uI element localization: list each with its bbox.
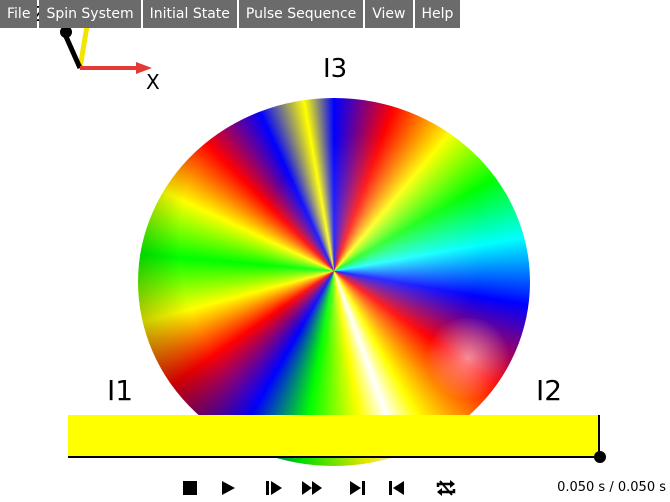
sphere-shading xyxy=(138,98,530,466)
menu-initial-state[interactable]: Initial State xyxy=(142,0,237,28)
loop-icon[interactable] xyxy=(434,476,458,500)
label-i1: I1 xyxy=(107,374,134,407)
menu-spin-system[interactable]: Spin System xyxy=(39,0,141,28)
menu-help[interactable]: Help xyxy=(414,0,461,28)
x-axis-arrow-icon xyxy=(136,62,152,74)
time-readout: 0.050 s / 0.050 s xyxy=(557,480,666,495)
time-separator: / xyxy=(609,480,614,495)
sphere-highlight xyxy=(423,318,513,398)
fast-forward-icon[interactable] xyxy=(300,476,324,500)
label-i3: I3 xyxy=(323,54,348,84)
skip-to-start-icon[interactable] xyxy=(384,476,408,500)
skip-to-end-icon[interactable] xyxy=(346,476,370,500)
playback-controls xyxy=(178,476,458,500)
menu-view[interactable]: View xyxy=(365,0,413,28)
menu-pulse-sequence[interactable]: Pulse Sequence xyxy=(238,0,364,28)
label-i2: I2 xyxy=(536,374,563,407)
timeline-bar[interactable] xyxy=(68,415,600,458)
total-time: 0.050 s xyxy=(617,480,666,495)
menu-bar: File Spin System Initial State Pulse Seq… xyxy=(0,0,462,28)
stop-icon[interactable] xyxy=(178,476,202,500)
timeline-scrubber-handle[interactable] xyxy=(594,451,606,463)
menu-file[interactable]: File xyxy=(0,0,38,28)
play-icon[interactable] xyxy=(216,476,240,500)
current-time: 0.050 s xyxy=(557,480,606,495)
step-forward-icon[interactable] xyxy=(262,476,286,500)
spin-sphere[interactable] xyxy=(138,98,530,466)
